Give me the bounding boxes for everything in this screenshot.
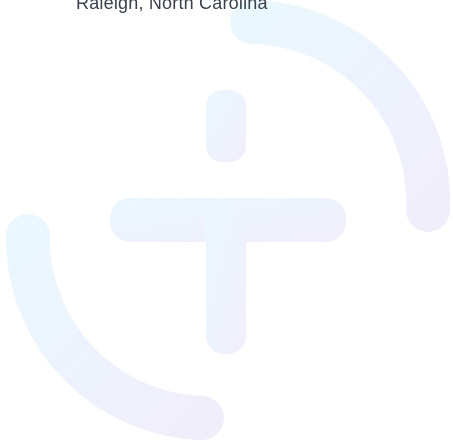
- logo-arc-bottom-left: [5, 214, 224, 440]
- location-text: Raleigh, North Carolina: [76, 0, 268, 13]
- medical-cross-logo-icon: [5, 0, 451, 440]
- logo-small-bar: [206, 90, 246, 162]
- logo-cross-vertical: [206, 198, 246, 354]
- page: Raleigh, North Carolina: [0, 0, 453, 444]
- logo-arc-top-right: [230, 0, 451, 232]
